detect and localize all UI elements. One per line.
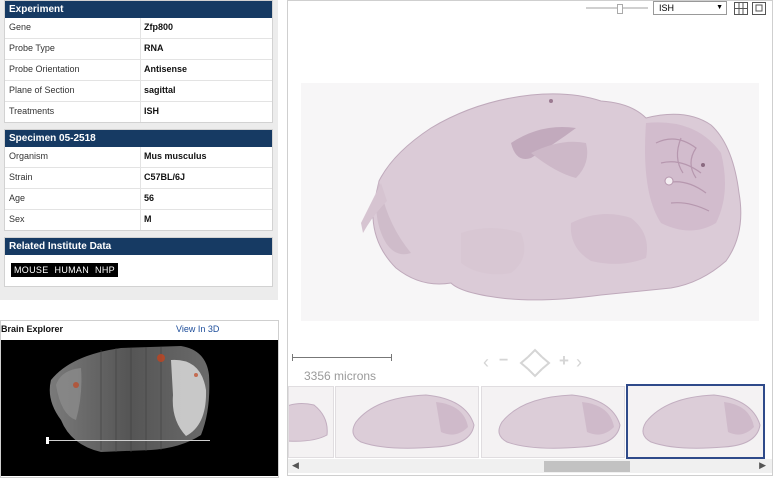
grid-view-icon[interactable] (734, 2, 748, 15)
experiment-row-probe-type: Probe Type RNA (5, 39, 272, 60)
row-key: Strain (9, 172, 33, 182)
scale-bar (292, 354, 392, 361)
specimen-row-age: Age 56 (5, 189, 272, 210)
pan-right-icon[interactable]: › (576, 352, 582, 373)
scroll-right-icon[interactable]: ▶ (759, 460, 766, 471)
scrollbar-thumb[interactable] (544, 461, 630, 472)
row-key: Gene (9, 22, 32, 32)
specimen-row-strain: Strain C57BL/6J (5, 168, 272, 189)
zoom-in-icon[interactable]: + (559, 351, 569, 371)
zoom-out-icon[interactable]: − (499, 352, 508, 370)
row-value: Antisense (144, 64, 188, 74)
row-key: Treatments (9, 106, 55, 116)
view-in-3d-link[interactable]: View In 3D (176, 324, 219, 334)
row-value: sagittal (144, 85, 176, 95)
related-data-title: Related Institute Data (5, 238, 272, 255)
experiment-row-probe-orientation: Probe Orientation Antisense (5, 60, 272, 81)
row-value: C57BL/6J (144, 172, 186, 182)
row-value: M (144, 214, 152, 224)
related-data-panel: Related Institute Data MOUSE HUMAN NHP (4, 237, 273, 287)
row-value: ISH (144, 106, 160, 116)
brain-explorer-panel: Brain Explorer View In 3D (0, 320, 279, 478)
scale-bar-label: 3356 microns (304, 369, 377, 383)
specimen-title: Specimen 05-2518 (5, 130, 272, 147)
row-key: Probe Orientation (9, 64, 80, 74)
stain-select[interactable]: ISH ▼ (653, 1, 727, 15)
thumbnail-2[interactable] (335, 386, 479, 458)
viewer-toolbar: ISH ▼ (288, 1, 772, 15)
row-value: Zfp800 (144, 22, 174, 32)
related-link-nhp[interactable]: NHP (95, 265, 115, 275)
experiment-row-treatments: Treatments ISH (5, 102, 272, 122)
row-key: Probe Type (9, 43, 55, 53)
section-image[interactable] (301, 83, 759, 321)
brain-explorer-3d-view[interactable] (1, 340, 278, 476)
related-link-human[interactable]: HUMAN (55, 265, 90, 275)
pan-icon[interactable] (519, 348, 551, 378)
brain-section-render (361, 93, 742, 301)
related-links-bar: MOUSE HUMAN NHP (11, 263, 118, 277)
slice-slider-track[interactable] (47, 440, 210, 441)
related-link-mouse[interactable]: MOUSE (14, 265, 49, 275)
experiment-panel: Experiment Gene Zfp800 Probe Type RNA Prob… (4, 0, 273, 123)
row-key: Organism (9, 151, 49, 161)
thumbnail-4-selected[interactable] (626, 384, 765, 459)
experiment-row-plane: Plane of Section sagittal (5, 81, 272, 102)
specimen-panel: Specimen 05-2518 Organism Mus musculus St… (4, 129, 273, 231)
pan-left-icon[interactable]: ‹ (483, 352, 489, 373)
image-viewer: ISH ▼ 3356 microns ‹ − + › ◀ ▶ (287, 0, 773, 476)
brain-explorer-header: Brain Explorer View In 3D (1, 321, 278, 340)
thumbnail-scrollbar[interactable]: ◀ ▶ (288, 459, 772, 473)
navigation-controls: ‹ − + › (483, 348, 589, 378)
row-key: Age (9, 193, 26, 203)
row-value: Mus musculus (144, 151, 207, 161)
brain-explorer-title: Brain Explorer (1, 324, 64, 334)
chevron-down-icon: ▼ (716, 4, 723, 11)
thumbnail-1[interactable] (288, 386, 334, 458)
experiment-row-gene: Gene Zfp800 (5, 18, 272, 39)
row-key: Sex (9, 214, 25, 224)
expand-icon[interactable] (752, 2, 766, 15)
specimen-row-sex: Sex M (5, 210, 272, 230)
brain-3d-render (49, 346, 210, 452)
thumbnail-3[interactable] (481, 386, 625, 458)
zoom-slider-handle[interactable] (617, 4, 623, 14)
row-key: Plane of Section (9, 85, 75, 95)
scroll-left-icon[interactable]: ◀ (292, 460, 299, 471)
experiment-title: Experiment (5, 1, 272, 18)
stain-select-value: ISH (659, 3, 675, 13)
row-value: 56 (144, 193, 155, 203)
slice-slider-handle[interactable] (46, 437, 49, 444)
specimen-row-organism: Organism Mus musculus (5, 147, 272, 168)
row-value: RNA (144, 43, 164, 53)
